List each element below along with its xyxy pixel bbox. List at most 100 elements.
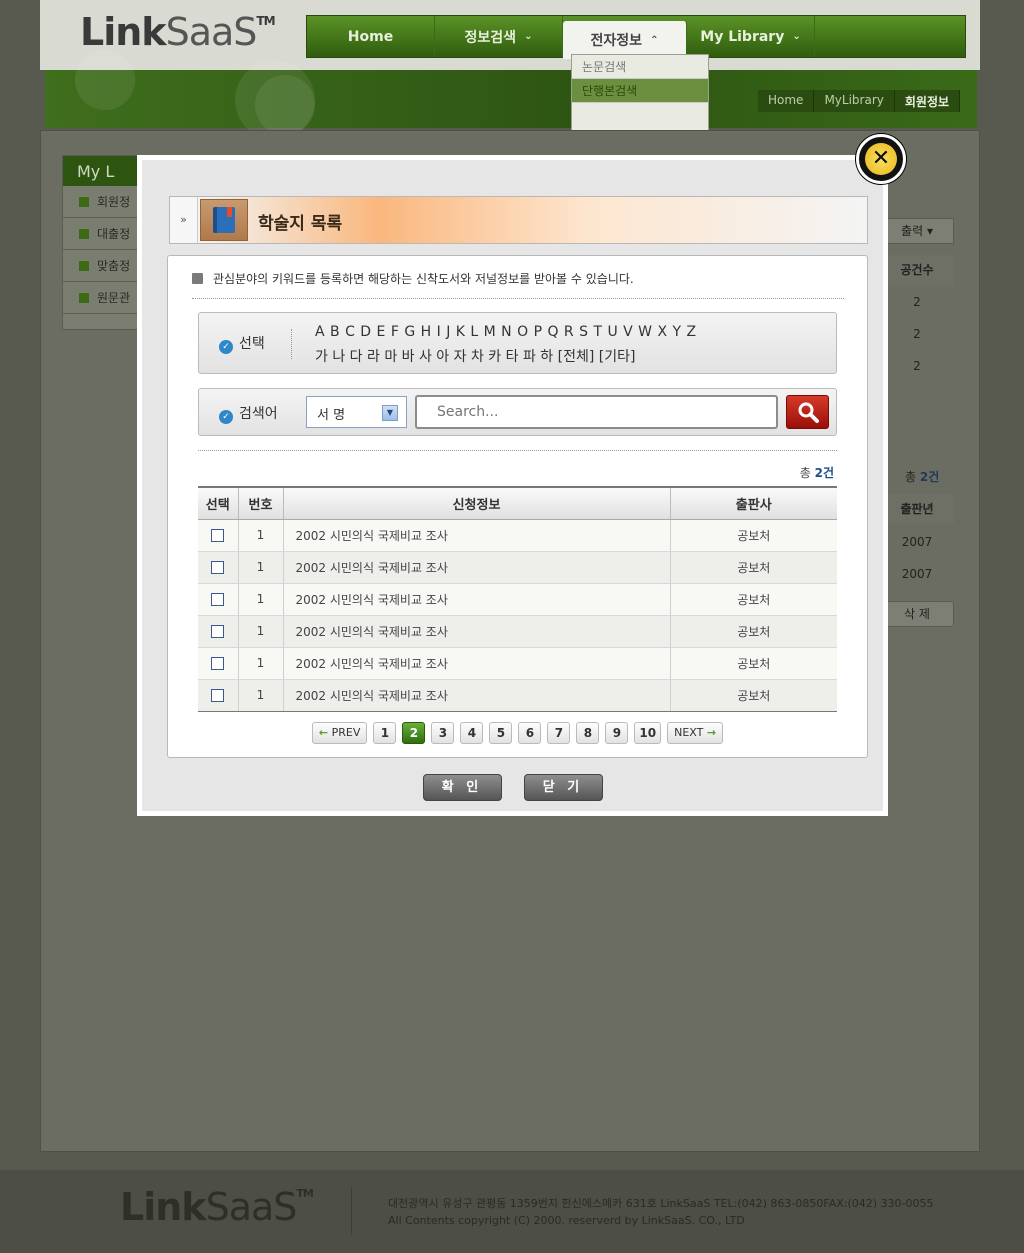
site-logo[interactable]: LinkSaaSTM bbox=[80, 10, 276, 54]
book-icon bbox=[200, 199, 248, 241]
submenu-book-search[interactable]: 단행본검색 bbox=[572, 79, 708, 103]
submenu-paper-search[interactable]: 논문검색 bbox=[572, 55, 708, 79]
left-menu-item[interactable]: 대출정 bbox=[63, 218, 141, 250]
modal-actions: 확 인 닫 기 bbox=[142, 774, 883, 801]
breadcrumb-current: 회원정보 bbox=[894, 90, 961, 112]
left-menu-item[interactable]: 회원정 bbox=[63, 186, 141, 218]
row-checkbox[interactable] bbox=[211, 593, 225, 606]
page-6[interactable]: 6 bbox=[518, 722, 542, 744]
footer-address-line: 대전광역시 유성구 관평동 1359번지 한신에스메카 631호 LinkSaa… bbox=[388, 1197, 934, 1210]
nav-info-search[interactable]: 정보검색 ⌄ bbox=[435, 16, 563, 57]
close-icon: ✕ bbox=[865, 143, 897, 175]
page-3[interactable]: 3 bbox=[431, 722, 455, 744]
footer-logo-tm: TM bbox=[296, 1187, 313, 1200]
arrow-right-icon: → bbox=[706, 726, 717, 739]
row-checkbox[interactable] bbox=[211, 689, 225, 702]
search-input[interactable] bbox=[415, 395, 778, 429]
modal-body: » 학술지 목록 관심분야의 키워드를 등록하면 해당하는 신착도서와 저널정보… bbox=[142, 160, 883, 811]
row-info[interactable]: 2002 시민의식 국제비교 조사 bbox=[283, 519, 671, 552]
next-button[interactable]: NEXT → bbox=[667, 722, 724, 744]
nav-home[interactable]: Home bbox=[307, 16, 435, 57]
breadcrumb-home[interactable]: Home bbox=[758, 90, 815, 112]
alpha-latin-letters[interactable]: A B C D E F G H I J K L M N O P Q R S T … bbox=[315, 324, 697, 340]
bg-count: 2 bbox=[913, 359, 921, 373]
e-info-submenu: 논문검색 단행본검색 bbox=[571, 54, 709, 134]
page-8[interactable]: 8 bbox=[576, 722, 600, 744]
left-menu-item[interactable]: 맞춤정 bbox=[63, 250, 141, 282]
row-number: 1 bbox=[238, 615, 284, 648]
banner-decoration bbox=[255, 75, 315, 135]
page-7[interactable]: 7 bbox=[547, 722, 571, 744]
close-button[interactable]: 닫 기 bbox=[523, 774, 603, 801]
confirm-button[interactable]: 확 인 bbox=[422, 774, 502, 801]
row-publisher: 공보처 bbox=[670, 551, 837, 584]
footer-divider bbox=[351, 1187, 352, 1235]
row-info[interactable]: 2002 시민의식 국제비교 조사 bbox=[283, 679, 671, 712]
table-row[interactable]: 1 2002 시민의식 국제비교 조사 공보처 bbox=[198, 583, 837, 616]
row-publisher: 공보처 bbox=[670, 615, 837, 648]
table-row[interactable]: 1 2002 시민의식 국제비교 조사 공보처 bbox=[198, 679, 837, 712]
row-checkbox[interactable] bbox=[211, 625, 225, 638]
collapse-icon[interactable]: » bbox=[170, 197, 198, 243]
notice-text: 관심분야의 키워드를 등록하면 해당하는 신착도서와 저널정보를 받아볼 수 있… bbox=[213, 272, 634, 286]
delete-button[interactable]: 삭 제 bbox=[880, 601, 954, 627]
search-label-text: 검색어 bbox=[239, 406, 278, 422]
select-value: 서 명 bbox=[317, 408, 346, 423]
notice: 관심분야의 키워드를 등록하면 해당하는 신착도서와 저널정보를 받아볼 수 있… bbox=[192, 270, 634, 287]
row-info[interactable]: 2002 시민의식 국제비교 조사 bbox=[283, 647, 671, 680]
table-header-row: 선택 번호 신청정보 출판사 bbox=[198, 486, 837, 520]
left-menu-item[interactable]: 원문관 bbox=[63, 282, 141, 314]
footer-copyright: All Contents copyright (C) 2000. reserve… bbox=[388, 1214, 745, 1227]
page-10[interactable]: 10 bbox=[634, 722, 662, 744]
alpha-label: ✓ 선택 bbox=[219, 333, 265, 354]
logo-text-light: SaaS bbox=[165, 10, 258, 54]
modal-close-button[interactable]: ✕ bbox=[856, 134, 906, 184]
divider bbox=[198, 450, 837, 451]
page-5[interactable]: 5 bbox=[489, 722, 513, 744]
row-number: 1 bbox=[238, 583, 284, 616]
divider bbox=[291, 329, 292, 359]
table-row[interactable]: 1 2002 시민의식 국제비교 조사 공보처 bbox=[198, 551, 837, 584]
row-number: 1 bbox=[238, 551, 284, 584]
breadcrumb: Home MyLibrary 회원정보 bbox=[758, 90, 961, 112]
print-select[interactable]: 출력 ▾ bbox=[880, 218, 954, 244]
bg-year: 2007 bbox=[901, 567, 933, 581]
table-row[interactable]: 1 2002 시민의식 국제비교 조사 공보처 bbox=[198, 519, 837, 552]
page-1[interactable]: 1 bbox=[373, 722, 397, 744]
prev-button[interactable]: ← PREV bbox=[311, 722, 368, 744]
bg-total: 총 2건 bbox=[905, 468, 965, 485]
page-4[interactable]: 4 bbox=[460, 722, 484, 744]
alpha-korean-letters[interactable]: 가 나 다 라 마 바 사 아 자 차 카 타 파 하 [전체] [기타] bbox=[315, 346, 635, 366]
row-publisher: 공보처 bbox=[670, 679, 837, 712]
row-info[interactable]: 2002 시민의식 국제비교 조사 bbox=[283, 583, 671, 616]
row-checkbox[interactable] bbox=[211, 529, 225, 542]
row-info[interactable]: 2002 시민의식 국제비교 조사 bbox=[283, 551, 671, 584]
bullet-icon bbox=[192, 273, 203, 284]
nav-label: 정보검색 bbox=[464, 29, 517, 46]
row-checkbox[interactable] bbox=[211, 561, 225, 574]
page-9[interactable]: 9 bbox=[605, 722, 629, 744]
left-menu: My L 회원정 대출정 맞춤정 원문관 bbox=[62, 155, 142, 330]
search-bar: ✓ 검색어 서 명 ▼ bbox=[198, 388, 837, 436]
next-label: NEXT bbox=[674, 726, 704, 739]
search-field-select[interactable]: 서 명 ▼ bbox=[306, 396, 407, 428]
search-button[interactable] bbox=[786, 395, 829, 429]
row-checkbox[interactable] bbox=[211, 657, 225, 670]
alpha-filter: ✓ 선택 A B C D E F G H I J K L M N O P Q R … bbox=[198, 312, 837, 374]
col-number: 번호 bbox=[238, 486, 284, 520]
chevron-up-icon: ⌃ bbox=[650, 34, 659, 46]
footer-logo-light: SaaS bbox=[205, 1185, 298, 1229]
breadcrumb-mylibrary[interactable]: MyLibrary bbox=[814, 90, 895, 112]
table-row[interactable]: 1 2002 시민의식 국제비교 조사 공보처 bbox=[198, 647, 837, 680]
row-publisher: 공보처 bbox=[670, 583, 837, 616]
table-row[interactable]: 1 2002 시민의식 국제비교 조사 공보처 bbox=[198, 615, 837, 648]
footer-logo-bold: Link bbox=[120, 1185, 207, 1229]
page-2-current[interactable]: 2 bbox=[402, 722, 426, 744]
row-info[interactable]: 2002 시민의식 국제비교 조사 bbox=[283, 615, 671, 648]
nav-my-library[interactable]: My Library ⌄ bbox=[687, 16, 815, 57]
banner-decoration bbox=[75, 50, 135, 110]
prev-label: PREV bbox=[331, 726, 361, 739]
pagination: ← PREV 1 2 3 4 5 6 7 8 9 10 NEXT → bbox=[168, 722, 867, 744]
bg-col-head: 공건수 bbox=[880, 255, 954, 285]
main-nav: Home 정보검색 ⌄ 전자정보 ⌃ My Library ⌄ bbox=[306, 15, 966, 59]
